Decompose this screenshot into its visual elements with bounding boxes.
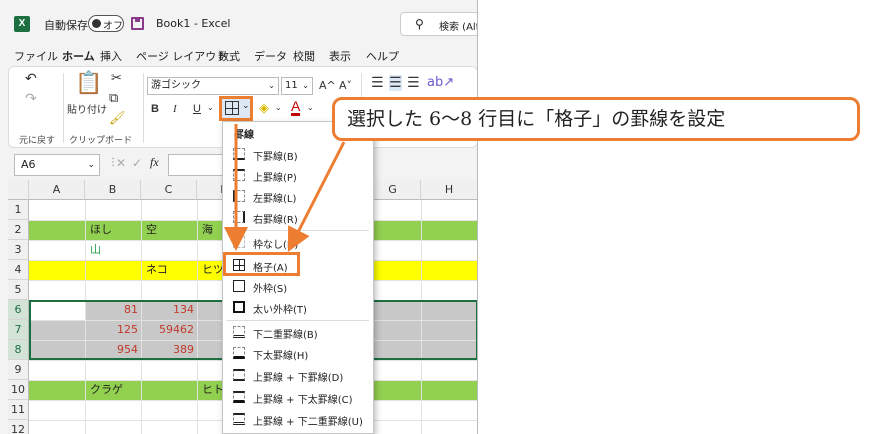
callout-arrows [224, 124, 346, 253]
arrow-from-callout [287, 141, 346, 253]
